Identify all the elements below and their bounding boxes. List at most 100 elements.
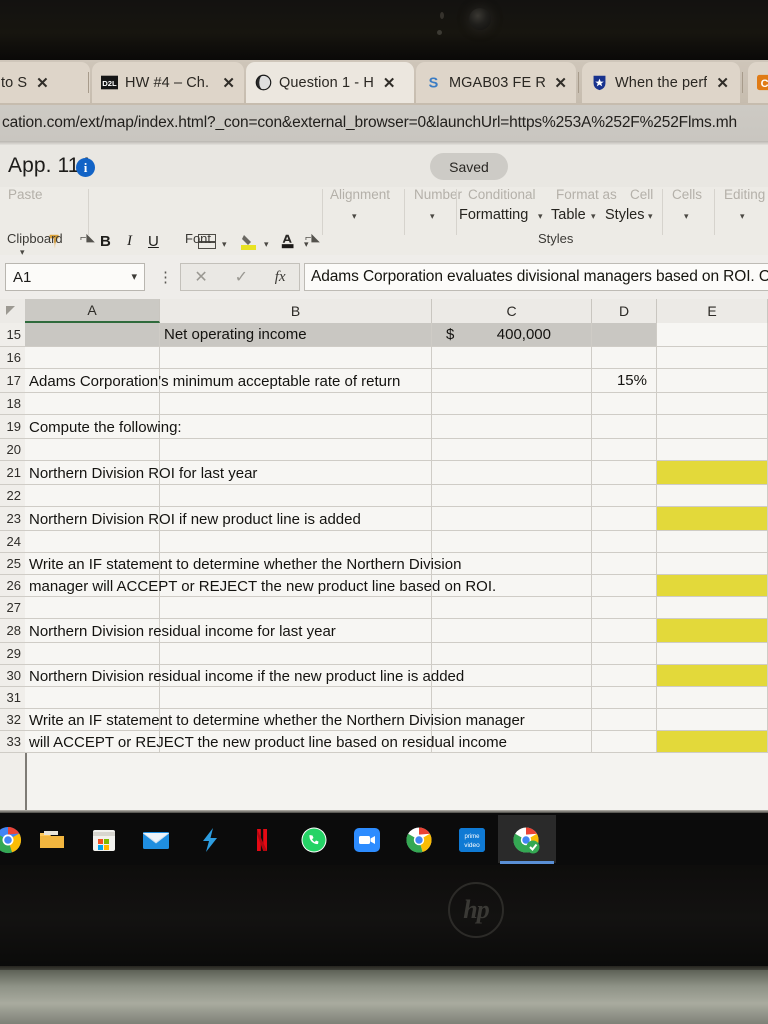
fill-color-icon[interactable] — [240, 232, 260, 250]
row-header-20[interactable]: 20 — [0, 439, 25, 461]
cell-a15[interactable] — [25, 323, 160, 347]
cell-c27[interactable] — [432, 597, 592, 619]
cell-e21[interactable] — [657, 461, 768, 485]
cell-e33[interactable] — [657, 731, 768, 753]
cell-b24[interactable] — [160, 531, 432, 553]
cell-c32[interactable] — [432, 709, 592, 731]
cell-e22[interactable] — [657, 485, 768, 507]
underline-button[interactable]: U — [148, 233, 159, 250]
cell-c18[interactable] — [432, 393, 592, 415]
row-header-30[interactable]: 30 — [0, 665, 25, 687]
format-as-table-button[interactable]: Table — [551, 207, 586, 223]
cell-e15[interactable] — [657, 323, 768, 347]
cell-d23[interactable] — [592, 507, 657, 531]
cell-e23[interactable] — [657, 507, 768, 531]
close-icon[interactable]: ✕ — [222, 74, 235, 92]
mail-icon[interactable] — [142, 826, 170, 854]
font-color-icon[interactable] — [280, 232, 298, 250]
cell-styles-caret-icon[interactable]: ▾ — [648, 211, 653, 222]
cell-c29[interactable] — [432, 643, 592, 665]
formula-input[interactable]: Adams Corporation evaluates divisional m… — [304, 263, 768, 291]
cell-b20[interactable] — [160, 439, 432, 461]
row-header-15[interactable]: 15 — [0, 323, 25, 347]
cell-c28[interactable] — [432, 619, 592, 643]
alignment-caret-icon[interactable]: ▾ — [352, 211, 357, 222]
prime-video-icon[interactable]: prime video — [458, 826, 486, 854]
cell-b18[interactable] — [160, 393, 432, 415]
format-as-table-caret-icon[interactable]: ▾ — [591, 211, 596, 222]
close-icon[interactable]: ✕ — [554, 74, 567, 92]
browser-tab-0[interactable]: ng into S ✕ — [0, 62, 90, 103]
info-icon[interactable]: i — [76, 158, 95, 177]
cell-a25[interactable] — [25, 553, 160, 575]
column-header-d[interactable]: D — [592, 299, 657, 323]
cell-a22[interactable] — [25, 485, 160, 507]
row-header-29[interactable]: 29 — [0, 643, 25, 665]
microsoft-store-icon[interactable] — [90, 826, 118, 854]
column-header-b[interactable]: B — [160, 299, 432, 323]
row-header-24[interactable]: 24 — [0, 531, 25, 553]
row-header-16[interactable]: 16 — [0, 347, 25, 369]
cell-a30[interactable] — [25, 665, 160, 687]
cell-a17[interactable] — [25, 369, 160, 393]
cancel-icon[interactable]: ✕ — [194, 267, 207, 287]
cell-d27[interactable] — [592, 597, 657, 619]
cells-caret-icon[interactable]: ▾ — [684, 211, 689, 222]
column-header-a[interactable]: A — [25, 299, 160, 323]
editing-caret-icon[interactable]: ▾ — [740, 211, 745, 222]
cell-styles-button[interactable]: Styles — [605, 207, 645, 223]
cell-c20[interactable] — [432, 439, 592, 461]
cell-e31[interactable] — [657, 687, 768, 709]
italic-button[interactable]: I — [127, 233, 132, 250]
cell-b27[interactable] — [160, 597, 432, 619]
bold-button[interactable]: B — [100, 233, 111, 250]
close-icon[interactable]: ✕ — [716, 74, 729, 92]
cell-c31[interactable] — [432, 687, 592, 709]
whatsapp-icon[interactable] — [300, 826, 328, 854]
cell-b26[interactable] — [160, 575, 432, 597]
cell-a27[interactable] — [25, 597, 160, 619]
cell-b25[interactable] — [160, 553, 432, 575]
row-header-17[interactable]: 17 — [0, 369, 25, 393]
row-header-32[interactable]: 32 — [0, 709, 25, 731]
insert-function-icon[interactable]: fx — [275, 269, 286, 286]
cell-c33[interactable] — [432, 731, 592, 753]
netflix-icon[interactable] — [248, 826, 276, 854]
row-header-19[interactable]: 19 — [0, 415, 25, 439]
cell-e17[interactable] — [657, 369, 768, 393]
cell-d29[interactable] — [592, 643, 657, 665]
cell-b21[interactable] — [160, 461, 432, 485]
column-header-e[interactable]: E — [657, 299, 768, 323]
fill-caret-icon[interactable]: ▾ — [264, 239, 269, 250]
cell-b28[interactable] — [160, 619, 432, 643]
cell-a26[interactable] — [25, 575, 160, 597]
cell-a23[interactable] — [25, 507, 160, 531]
conditional-formatting-button[interactable]: Formatting — [459, 207, 528, 223]
cell-e24[interactable] — [657, 531, 768, 553]
cell-d21[interactable] — [592, 461, 657, 485]
cell-c26[interactable] — [432, 575, 592, 597]
number-caret-icon[interactable]: ▾ — [430, 211, 435, 222]
cell-a31[interactable] — [25, 687, 160, 709]
cell-c15[interactable]: $400,000 — [432, 323, 592, 347]
browser-tab-4[interactable]: When the perf ✕ — [582, 62, 740, 103]
cell-c25[interactable] — [432, 553, 592, 575]
cell-a20[interactable] — [25, 439, 160, 461]
file-explorer-icon[interactable] — [38, 826, 66, 854]
cell-d19[interactable] — [592, 415, 657, 439]
browser-address-bar[interactable]: cation.com/ext/map/index.html?_con=con&e… — [0, 105, 768, 141]
browser-tab-3[interactable]: S MGAB03 FE Re ✕ — [416, 62, 576, 103]
lightning-icon[interactable] — [196, 826, 224, 854]
font-dialog-launcher-icon[interactable]: ⌐◣ — [305, 231, 320, 244]
cell-b15[interactable]: Net operating income — [160, 323, 432, 347]
cell-c30[interactable] — [432, 665, 592, 687]
cell-e29[interactable] — [657, 643, 768, 665]
cell-d22[interactable] — [592, 485, 657, 507]
zoom-icon[interactable] — [353, 826, 381, 854]
chevron-down-icon[interactable]: ▾ — [131, 270, 137, 283]
cell-b31[interactable] — [160, 687, 432, 709]
cell-b19[interactable] — [160, 415, 432, 439]
row-header-21[interactable]: 21 — [0, 461, 25, 485]
cell-e16[interactable] — [657, 347, 768, 369]
close-icon[interactable]: ✕ — [36, 74, 49, 92]
